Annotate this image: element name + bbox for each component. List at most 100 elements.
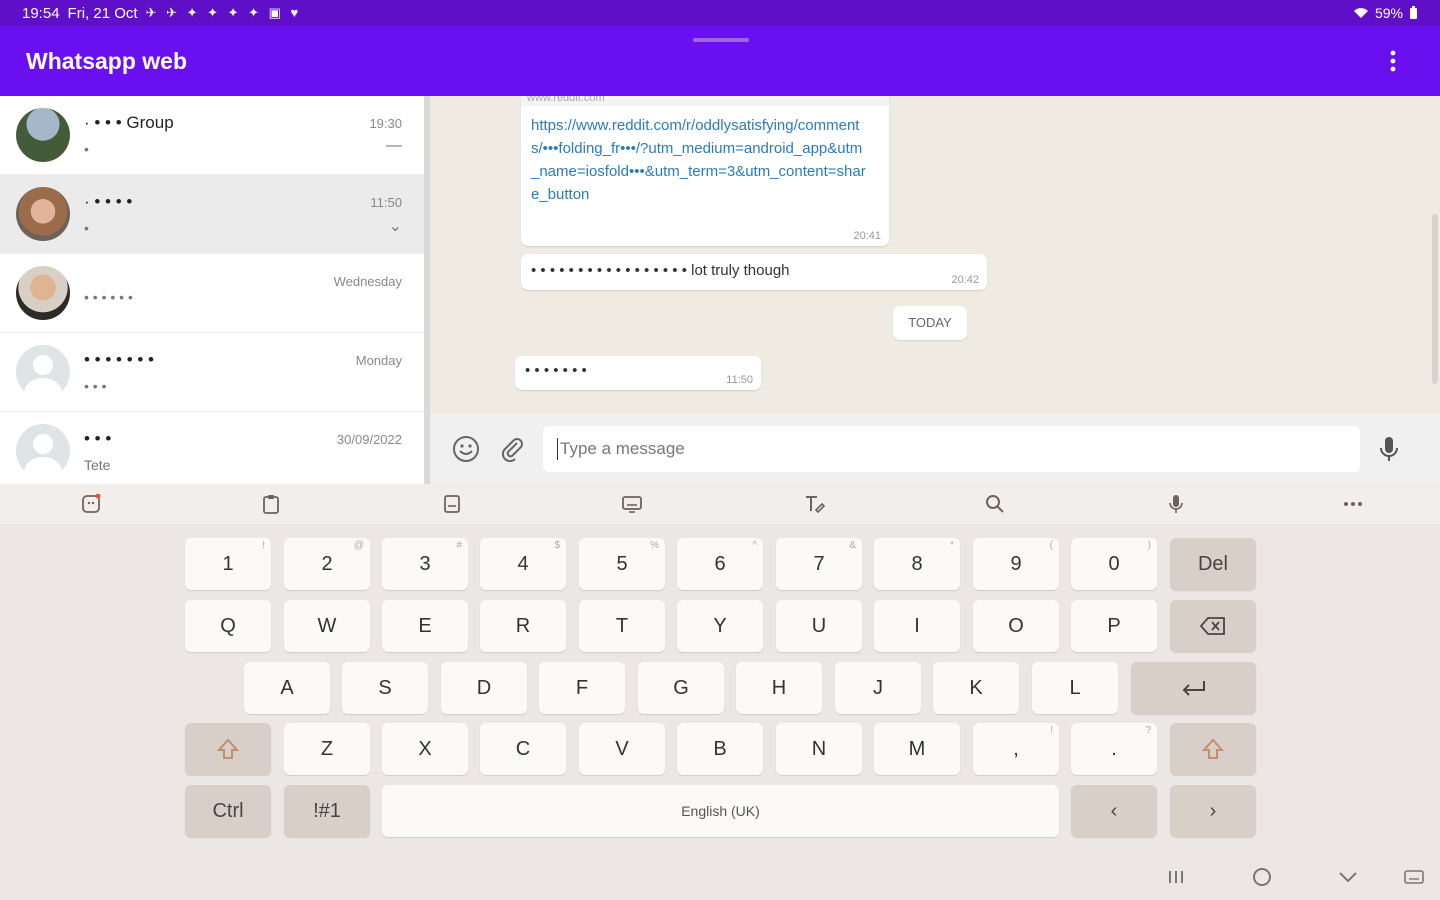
key-4[interactable]: 4 $ [480, 538, 566, 590]
key-k[interactable]: K [933, 662, 1019, 714]
chat-preview: • • • • • • [84, 289, 133, 305]
key-r[interactable]: R [480, 600, 566, 652]
shift-key-left[interactable] [185, 723, 271, 775]
key-b[interactable]: B [677, 723, 763, 775]
chat-item[interactable]: · • • • Group • 19:30 — [0, 96, 424, 175]
key-period[interactable]: .? [1071, 723, 1157, 775]
left-arrow-key[interactable]: ‹ [1071, 785, 1157, 837]
key-l[interactable]: L [1032, 662, 1118, 714]
link-domain: www.reddit.com [521, 96, 889, 106]
chat-item[interactable]: • • • Tete 30/09/2022 [0, 412, 424, 484]
key-v[interactable]: V [579, 723, 665, 775]
chat-item[interactable]: • • • • • • • • • • Monday [0, 333, 424, 412]
key-u[interactable]: U [776, 600, 862, 652]
key-p[interactable]: P [1071, 600, 1157, 652]
status-bar: 19:54 Fri, 21 Oct ✈ ✈ ✦ ✦ ✦ ✦ ▣ ♥ 59% [0, 0, 1440, 26]
key-3[interactable]: 3 # [382, 538, 468, 590]
search-icon[interactable] [983, 492, 1007, 516]
back-icon[interactable] [1334, 864, 1362, 890]
space-key[interactable]: English (UK) [382, 785, 1059, 837]
microphone-icon[interactable] [1374, 434, 1404, 464]
backspace-key[interactable] [1170, 600, 1256, 652]
conversation-scrollbar[interactable] [1432, 214, 1438, 384]
key-6[interactable]: 6 ^ [677, 538, 763, 590]
key-w[interactable]: W [284, 600, 370, 652]
key-t[interactable]: T [579, 600, 665, 652]
key-comma[interactable]: ,! [973, 723, 1059, 775]
chat-name: · • • • Group [84, 113, 174, 132]
link-message-bubble: www.reddit.com https://www.reddit.com/r/… [521, 96, 889, 246]
compose-bar: Type a message [431, 414, 1440, 484]
wifi-icon [1353, 7, 1369, 19]
key-0[interactable]: 0) [1071, 538, 1157, 590]
chat-preview: Tete [84, 457, 111, 473]
voice-input-icon[interactable] [1164, 492, 1188, 516]
text-message-bubble: • • • • • • • 11:50 [515, 356, 761, 390]
key-9[interactable]: 9( [973, 538, 1059, 590]
chat-extra: — [386, 137, 402, 154]
avatar [16, 266, 70, 320]
drag-handle[interactable] [693, 38, 749, 42]
key-d[interactable]: D [441, 662, 527, 714]
key-h[interactable]: H [736, 662, 822, 714]
keyboard-hide-icon[interactable] [1400, 864, 1428, 890]
clipboard-icon[interactable] [259, 492, 283, 516]
more-horiz-icon[interactable] [1341, 492, 1365, 516]
key-j[interactable]: J [835, 662, 921, 714]
key-g[interactable]: G [638, 662, 724, 714]
key-c[interactable]: C [480, 723, 566, 775]
text-edit-icon[interactable] [802, 492, 826, 516]
key-2[interactable]: 2 @ [284, 538, 370, 590]
emoji-icon[interactable] [451, 434, 481, 464]
key-8[interactable]: 8 * [874, 538, 960, 590]
day-separator: TODAY [893, 306, 967, 340]
message-placeholder: Type a message [560, 439, 685, 458]
key-y[interactable]: Y [677, 600, 763, 652]
recent-apps-icon[interactable] [1162, 864, 1190, 890]
keyboard-toolbar [0, 484, 1440, 524]
message-text: • • • • • • • • • • • • • • • • • lot tr… [531, 262, 790, 279]
message-time: 20:42 [951, 274, 979, 286]
avatar [16, 108, 70, 162]
key-z[interactable]: Z [284, 723, 370, 775]
key-i[interactable]: I [874, 600, 960, 652]
key-n[interactable]: N [776, 723, 862, 775]
emoji-sticker-icon[interactable] [79, 492, 103, 516]
right-arrow-key[interactable]: › [1170, 785, 1256, 837]
chat-item[interactable]: · • • • • • 11:50 ⌄ [0, 175, 424, 254]
enter-key[interactable] [1131, 662, 1256, 714]
key-q[interactable]: Q [185, 600, 271, 652]
chat-time: 19:30 [369, 116, 402, 131]
keyboard-icon[interactable] [440, 492, 464, 516]
key-a[interactable]: A [244, 662, 330, 714]
more-vert-icon[interactable] [1390, 50, 1414, 72]
key-s[interactable]: S [342, 662, 428, 714]
chat-time: Monday [355, 353, 402, 368]
key-5[interactable]: 5% [579, 538, 665, 590]
message-link[interactable]: https://www.reddit.com/r/oddlysatisfying… [531, 114, 879, 206]
key-7[interactable]: 7 & [776, 538, 862, 590]
keyboard-settings-icon[interactable] [620, 492, 644, 516]
key-x[interactable]: X [382, 723, 468, 775]
chat-list: · • • • Group • 19:30 — · • • • • • 11:5… [0, 96, 430, 484]
chevron-down-icon[interactable]: ⌄ [370, 216, 402, 236]
key-1[interactable]: 1! [185, 538, 271, 590]
chat-time: Wednesday [333, 274, 402, 289]
symbols-key[interactable]: !#1 [284, 785, 370, 837]
chat-item[interactable]: • • • • • • Wednesday [0, 254, 424, 333]
key-e[interactable]: E [382, 600, 468, 652]
app-bar: Whatsapp web [0, 26, 1440, 96]
key-m[interactable]: M [874, 723, 960, 775]
message-input[interactable]: Type a message [543, 426, 1360, 472]
key-f[interactable]: F [539, 662, 625, 714]
avatar [16, 187, 70, 241]
backspace-icon [1199, 617, 1225, 635]
home-icon[interactable] [1248, 864, 1276, 890]
key-o[interactable]: O [973, 600, 1059, 652]
status-time: 19:54 [22, 4, 60, 22]
paperclip-icon[interactable] [497, 434, 527, 464]
delete-key[interactable]: Del [1170, 538, 1256, 590]
shift-key-right[interactable] [1170, 723, 1256, 775]
default-avatar-icon [16, 424, 70, 478]
ctrl-key[interactable]: Ctrl [185, 785, 271, 837]
